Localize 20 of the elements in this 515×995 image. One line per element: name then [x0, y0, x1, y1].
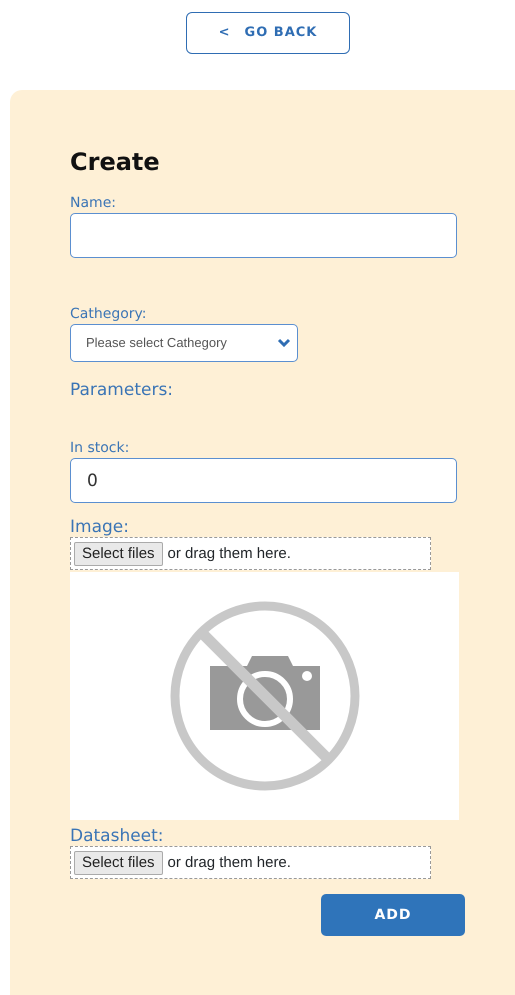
field-label: Datasheet: [70, 828, 165, 844]
section-heading: Parameters: [70, 378, 174, 402]
no-camera-icon [168, 600, 360, 792]
select-files-button[interactable]: Select files [74, 542, 163, 566]
add-button[interactable]: ADD [321, 894, 465, 936]
input-field[interactable] [70, 212, 457, 258]
dropzone-hint: or drag them here. [168, 852, 291, 873]
field-label: Name: [70, 194, 118, 211]
upload-dropzone[interactable]: Select files or drag them here. [70, 846, 431, 880]
category-select[interactable]: Please select Cathegory [70, 324, 298, 362]
chevron-down-icon [277, 338, 291, 348]
input-field[interactable]: 0 [70, 458, 457, 504]
field-label: Cathegory: [70, 306, 148, 322]
field-label: Image: [70, 519, 130, 536]
back-button[interactable]: < GO BACK [186, 12, 350, 54]
field-label: In stock: [70, 440, 130, 456]
upload-dropzone[interactable]: Select files or drag them here. [70, 537, 431, 570]
select-files-button[interactable]: Select files [74, 850, 163, 875]
dropzone-hint: or drag them here. [168, 544, 291, 564]
form-title: Create [70, 148, 161, 177]
